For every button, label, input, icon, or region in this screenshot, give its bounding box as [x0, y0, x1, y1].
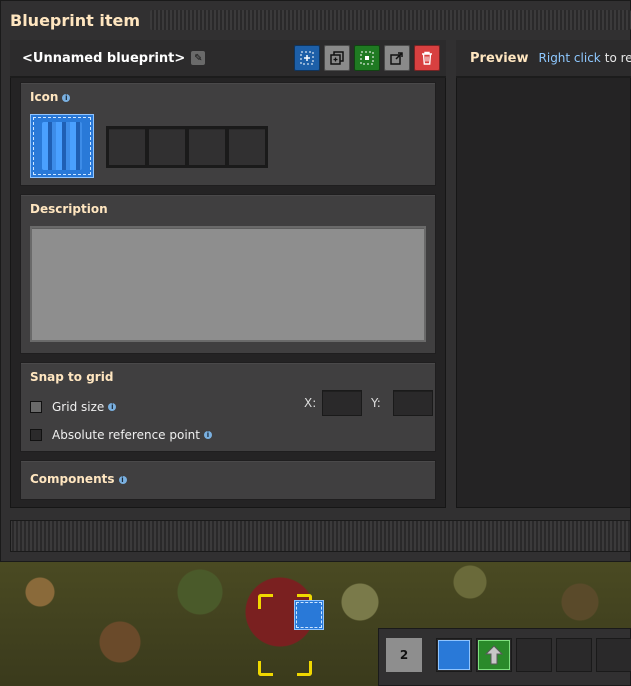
icon-slot[interactable] [228, 128, 266, 166]
preview-pane[interactable]: Preview Right click to rem [456, 40, 631, 508]
x-input[interactable] [322, 390, 363, 416]
icon-slots [106, 126, 268, 168]
blueprint-icon[interactable] [30, 114, 94, 178]
blueprint-icon [294, 600, 324, 630]
icon-slot[interactable] [148, 128, 186, 166]
blueprint-window: Blueprint item <Unnamed blueprint> ✎ Ico… [0, 0, 631, 562]
components-section[interactable]: Components i [20, 460, 436, 500]
quickbar: 2 [378, 628, 631, 686]
icon-slot[interactable] [188, 128, 226, 166]
info-icon: i [203, 431, 212, 439]
toolbar [294, 45, 446, 71]
preview-hint-text: to rem [604, 51, 631, 65]
info-icon: i [62, 94, 71, 102]
upgrade-planner-icon[interactable] [476, 638, 512, 672]
quickbar-slot[interactable] [596, 638, 631, 672]
y-coord: Y: [371, 390, 433, 416]
preview-header: Preview Right click to rem [456, 40, 631, 78]
window-title: Blueprint item [10, 10, 141, 30]
absolute-ref-row[interactable]: Absolute reference point i [30, 428, 212, 442]
grid-size-row[interactable]: Grid size i [30, 400, 117, 414]
info-icon: i [118, 476, 127, 484]
reselect-icon[interactable] [354, 45, 380, 71]
snap-section: Snap to grid Grid size i Absolute refere… [20, 362, 436, 452]
info-icon: i [108, 403, 117, 411]
snap-title: Snap to grid [30, 370, 114, 384]
window-footer [10, 520, 631, 552]
blueprint-header: <Unnamed blueprint> ✎ [10, 40, 446, 78]
quickbar-slot[interactable] [556, 638, 592, 672]
preview-title: Preview [470, 50, 529, 66]
quickbar-page-number[interactable]: 2 [386, 638, 422, 672]
y-input[interactable] [392, 390, 433, 416]
y-label: Y: [371, 396, 381, 410]
blueprint-name: <Unnamed blueprint> [22, 50, 186, 66]
preview-hint-highlight: Right click [538, 51, 601, 65]
icon-section-title: Icon i [30, 90, 71, 104]
description-section: Description [20, 194, 436, 354]
grid-size-label: Grid size [52, 400, 105, 414]
icon-section: Icon i [20, 82, 436, 186]
settings-pane: <Unnamed blueprint> ✎ Icon i Description… [10, 40, 446, 508]
x-label: X: [304, 396, 317, 410]
absolute-ref-label: Absolute reference point [52, 428, 200, 442]
description-input[interactable] [30, 226, 426, 342]
blueprint-icon[interactable] [436, 638, 472, 672]
x-coord: X: [304, 390, 363, 416]
export-icon[interactable] [384, 45, 410, 71]
components-title: Components i [30, 472, 127, 486]
select-area-icon[interactable] [294, 45, 320, 71]
pencil-icon[interactable]: ✎ [191, 51, 206, 65]
copy-icon[interactable] [324, 45, 350, 71]
absolute-ref-checkbox[interactable] [30, 429, 42, 441]
drag-handle[interactable] [150, 10, 631, 30]
description-title: Description [30, 202, 108, 216]
quickbar-slot[interactable] [516, 638, 552, 672]
icon-slot[interactable] [108, 128, 146, 166]
trash-icon[interactable] [414, 45, 440, 71]
window-titlebar[interactable]: Blueprint item [0, 4, 631, 36]
grid-size-checkbox[interactable] [30, 401, 42, 413]
